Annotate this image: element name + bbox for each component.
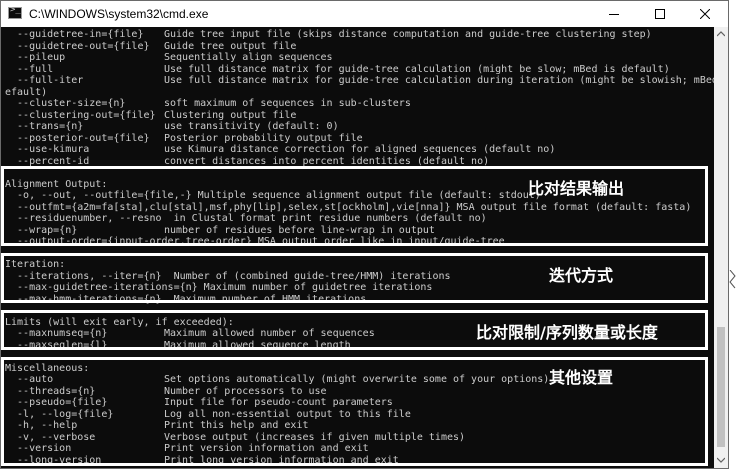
console-line-description: use Kimura distance correction for align…: [164, 144, 556, 155]
title-bar[interactable]: >_ C:\WINDOWS\system32\cmd.exe: [1, 1, 728, 27]
console-line-option: --guidetree-in={file}: [5, 29, 144, 40]
cmd-window: >_ C:\WINDOWS\system32\cmd.exe --long-ve…: [0, 0, 729, 469]
console-line-option: --clustering-out={file}: [5, 109, 156, 121]
scroll-up-icon[interactable]: [717, 31, 725, 37]
console-line-description: Clustering output file: [164, 109, 297, 121]
console-line-option: efault): [5, 86, 48, 98]
console-line-option: --use-kimura: [5, 144, 90, 155]
console-line-description: Use full distance matrix for guide-tree …: [164, 63, 670, 75]
console-line-option: --full-iter: [5, 75, 84, 86]
console-line-option: --trans={n}: [5, 121, 84, 132]
scroll-down-icon[interactable]: [717, 457, 725, 463]
cmd-icon: >_: [8, 5, 22, 19]
console-line-description: Guide tree output file: [164, 40, 297, 52]
console-output[interactable]: --long-version Print long version informa…: [1, 27, 714, 468]
annotation-limits: 比对限制/序列数量或长度: [476, 323, 658, 342]
annotation-iteration: 迭代方式: [549, 266, 614, 285]
minimize-icon: [609, 14, 619, 15]
console-line-description: convert distances into percent identitie…: [164, 155, 490, 167]
console-line-description: Guide tree input file (skips distance co…: [164, 29, 652, 40]
maximize-icon: [655, 9, 665, 19]
console-line-option: --posterior-out={file}: [5, 132, 150, 144]
console-line-description: use transitivity (default: 0): [164, 121, 339, 132]
console-line-description: Sequentially align sequences: [164, 52, 333, 63]
minimize-button[interactable]: [591, 1, 637, 27]
annotation-miscellaneous: 其他设置: [549, 368, 614, 387]
maximize-button[interactable]: [637, 1, 683, 27]
console-line-description: Posterior probability output file: [164, 132, 363, 144]
vertical-scrollbar[interactable]: [714, 27, 728, 468]
console-line-option: --percent-id: [5, 155, 90, 167]
scrollbar-thumb[interactable]: [717, 327, 725, 447]
console-line-option: --pileup: [5, 52, 66, 63]
console-line-option: --cluster-size={n}: [5, 98, 126, 109]
window-title: C:\WINDOWS\system32\cmd.exe: [29, 7, 209, 21]
resize-handle-icon: [729, 270, 736, 289]
console-line-description: soft maximum of sequences in sub-cluster…: [164, 98, 411, 109]
close-icon: [700, 9, 710, 19]
console-line-option: --full: [5, 63, 54, 75]
annotation-alignment-output: 比对结果输出: [528, 179, 625, 198]
console-line-option: --guidetree-out={file}: [5, 40, 150, 52]
close-button[interactable]: [682, 1, 728, 27]
console-line-description: Use full distance matrix for guide-tree …: [164, 75, 714, 86]
